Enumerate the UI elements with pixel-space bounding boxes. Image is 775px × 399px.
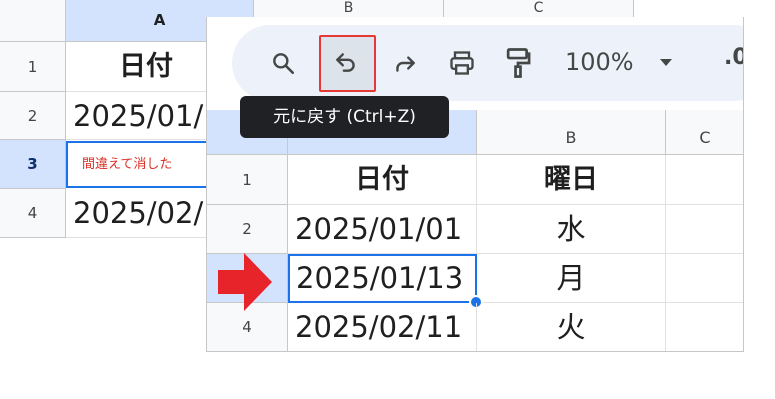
row-header-2[interactable]: 2: [0, 92, 66, 140]
cell-b2[interactable]: 水: [477, 205, 666, 254]
search-icon[interactable]: [269, 49, 297, 77]
cell-c1[interactable]: [666, 155, 743, 205]
paint-format-icon[interactable]: [503, 46, 533, 80]
column-header-c[interactable]: C: [444, 0, 634, 18]
zoom-level[interactable]: 100%: [565, 48, 634, 76]
column-header-b[interactable]: B: [477, 110, 666, 155]
zoomed-sheet-window: 100% .0 B C 1 2 3 4 日付 曜日 2025/01/01 水 2…: [206, 17, 744, 352]
column-header-b[interactable]: B: [254, 0, 444, 18]
cell-a4[interactable]: 2025/02/11: [288, 303, 477, 351]
row-header-4[interactable]: 4: [0, 189, 66, 238]
cell-a1[interactable]: 日付: [288, 155, 477, 205]
cell-c4[interactable]: [666, 303, 743, 351]
select-all-corner[interactable]: [0, 0, 66, 42]
redo-icon[interactable]: [391, 49, 419, 77]
row-header-1[interactable]: 1: [0, 42, 66, 92]
cell-a2[interactable]: 2025/01/: [66, 92, 226, 140]
cell-b3[interactable]: 月: [477, 254, 666, 303]
print-icon[interactable]: [446, 48, 478, 78]
row-header-2[interactable]: 2: [207, 205, 288, 254]
undo-tooltip: 元に戻す (Ctrl+Z): [240, 96, 449, 138]
undo-button[interactable]: [319, 35, 376, 92]
cell-a1[interactable]: 日付: [66, 42, 226, 92]
cell-a4[interactable]: 2025/02/: [66, 189, 226, 238]
toolbar: 100% .0: [232, 25, 743, 101]
row-header-3[interactable]: 3: [0, 140, 66, 189]
chevron-down-icon[interactable]: [660, 59, 672, 66]
cell-c3[interactable]: [666, 254, 743, 303]
arrow-right-icon: [218, 253, 272, 311]
cell-a3-editing[interactable]: 間違えて消した: [66, 141, 226, 188]
cell-a2[interactable]: 2025/01/01: [288, 205, 477, 254]
cell-c2[interactable]: [666, 205, 743, 254]
decimal-icon[interactable]: .0: [724, 45, 743, 70]
cell-a3-selected[interactable]: 2025/01/13: [288, 254, 477, 303]
column-header-c[interactable]: C: [666, 110, 743, 155]
cell-b4[interactable]: 火: [477, 303, 666, 351]
undo-icon: [331, 48, 361, 76]
row-header-1[interactable]: 1: [207, 155, 288, 205]
cell-b1[interactable]: 曜日: [477, 155, 666, 205]
